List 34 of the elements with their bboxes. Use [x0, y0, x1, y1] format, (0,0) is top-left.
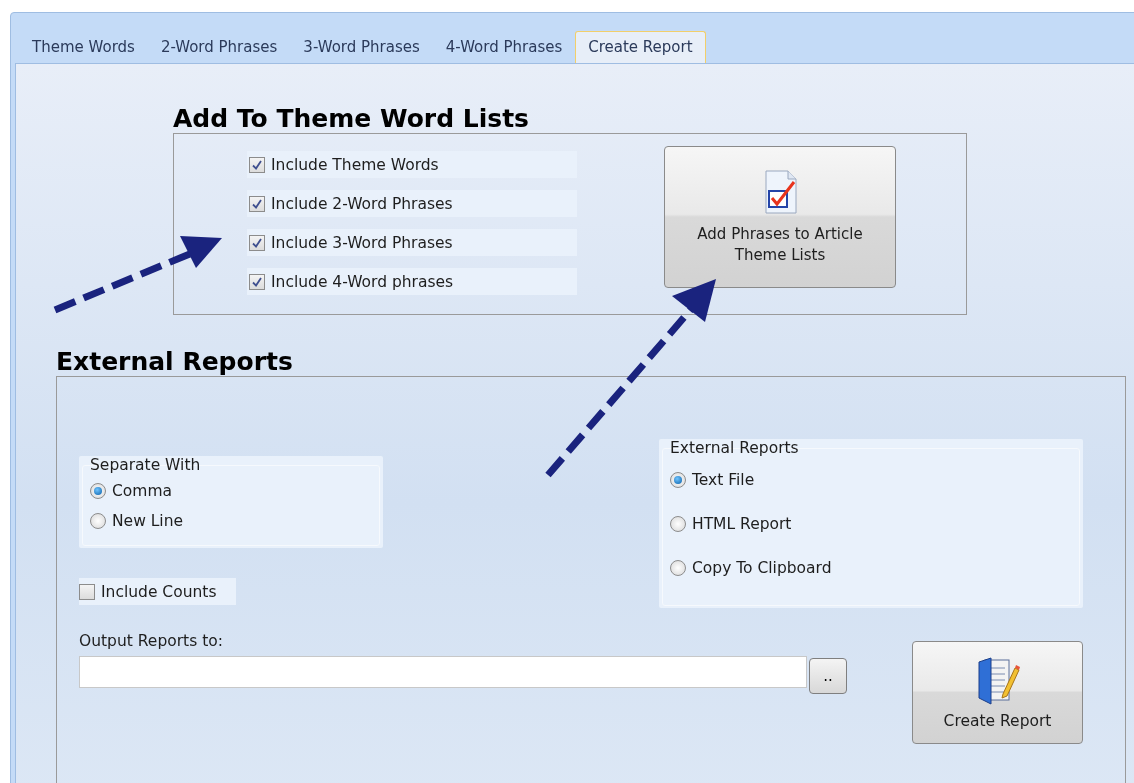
- tab[interactable]: Theme Words: [19, 31, 148, 63]
- radio-option[interactable]: Copy To Clipboard: [670, 559, 1083, 577]
- create-report-button[interactable]: Create Report: [912, 641, 1083, 744]
- section-title: External Reports: [56, 347, 294, 376]
- checkbox[interactable]: [79, 583, 95, 600]
- radio-option[interactable]: HTML Report: [670, 515, 1083, 533]
- tab[interactable]: Create Report: [575, 31, 706, 63]
- output-path-field[interactable]: [79, 656, 807, 688]
- group-legend: External Reports: [659, 439, 1083, 457]
- checkbox-label: Include Theme Words: [271, 155, 439, 174]
- checkbox[interactable]: [249, 195, 265, 212]
- radio-button[interactable]: [670, 472, 686, 488]
- radio-option[interactable]: New Line: [90, 512, 383, 530]
- field-label: Output Reports to:: [79, 632, 224, 650]
- browse-button[interactable]: ..: [809, 658, 847, 694]
- tab[interactable]: 3-Word Phrases: [290, 31, 433, 63]
- section-title: Add To Theme Word Lists: [173, 104, 530, 133]
- checkbox[interactable]: [249, 156, 265, 173]
- radio-button[interactable]: [90, 483, 106, 499]
- group-legend: Separate With: [79, 456, 383, 474]
- radio-button[interactable]: [90, 513, 106, 529]
- checkbox-label: Include 2-Word Phrases: [271, 194, 453, 213]
- checkbox[interactable]: [249, 273, 265, 290]
- checkbox-label: Include Counts: [101, 582, 217, 601]
- tab[interactable]: 2-Word Phrases: [147, 31, 291, 63]
- radio-option[interactable]: Comma: [90, 482, 383, 500]
- radio-button[interactable]: [670, 560, 686, 576]
- checkbox-label: Include 4-Word phrases: [271, 272, 454, 291]
- checkbox[interactable]: [249, 234, 265, 251]
- add-phrases-button[interactable]: Add Phrases to Article Theme Lists: [664, 146, 896, 288]
- tab[interactable]: 4-Word Phrases: [432, 31, 576, 63]
- radio-option[interactable]: Text File: [670, 471, 1083, 489]
- checkbox-label: Include 3-Word Phrases: [271, 233, 453, 252]
- radio-button[interactable]: [670, 516, 686, 532]
